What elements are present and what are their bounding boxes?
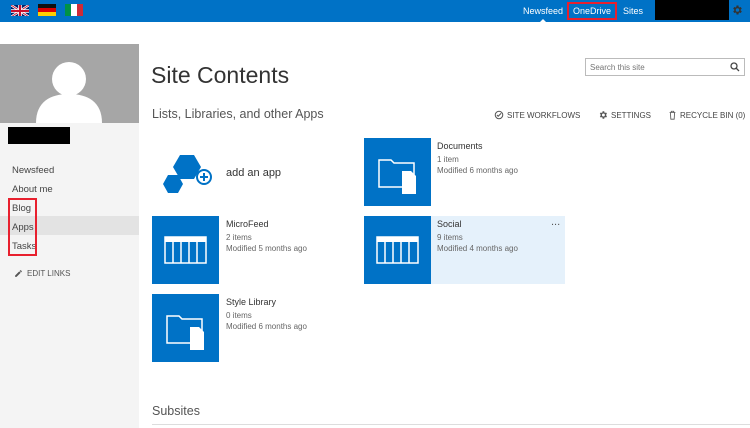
nav-sites-link[interactable]: Sites <box>623 0 643 22</box>
app-modified: Modified 6 months ago <box>437 166 518 175</box>
app-item-count: 9 items <box>437 233 463 242</box>
site-workflows-label: SITE WORKFLOWS <box>507 110 581 120</box>
document-library-icon <box>364 138 431 206</box>
document-library-icon <box>152 294 219 362</box>
divider <box>152 424 750 425</box>
subsites-title: Subsites <box>152 404 200 418</box>
app-menu-ellipsis[interactable]: ... <box>551 216 560 228</box>
list-icon <box>364 216 431 284</box>
recycle-bin-label: RECYCLE BIN (0) <box>680 110 746 120</box>
germany-flag-icon[interactable] <box>38 4 56 16</box>
recycle-bin-button[interactable]: RECYCLE BIN (0) <box>668 110 745 120</box>
search-input[interactable] <box>586 59 726 75</box>
app-item-count: 2 items <box>226 233 252 242</box>
profile-avatar[interactable] <box>0 44 139 123</box>
app-modified: Modified 4 months ago <box>437 244 518 253</box>
gear-icon[interactable] <box>731 3 743 15</box>
search-icon[interactable] <box>729 61 741 73</box>
uk-flag-icon[interactable] <box>11 4 29 16</box>
suite-bar: Newsfeed OneDrive Sites <box>0 0 750 22</box>
app-modified: Modified 5 months ago <box>226 244 307 253</box>
edit-links-button[interactable]: EDIT LINKS <box>14 269 70 278</box>
app-modified: Modified 6 months ago <box>226 322 307 331</box>
profile-name-redacted <box>8 127 70 144</box>
workflow-icon <box>494 110 504 120</box>
add-app-icon <box>163 155 212 193</box>
app-title[interactable]: Social <box>437 219 462 229</box>
italy-flag-icon[interactable] <box>65 4 83 16</box>
user-name-redacted[interactable] <box>655 0 729 20</box>
gear-icon <box>599 111 607 119</box>
nav-onedrive-link[interactable]: OneDrive <box>567 2 618 20</box>
site-workflows-button[interactable]: SITE WORKFLOWS <box>494 110 580 120</box>
page-title: Site Contents <box>151 62 290 88</box>
app-item-count: 1 item <box>437 155 459 164</box>
app-item-count: 0 items <box>226 311 252 320</box>
settings-button[interactable]: SETTINGS <box>598 110 651 120</box>
add-app-label[interactable]: add an app <box>226 167 281 179</box>
app-title[interactable]: Documents <box>437 141 483 151</box>
app-title[interactable]: Style Library <box>226 297 276 307</box>
edit-links-label: EDIT LINKS <box>27 269 71 278</box>
nav-newsfeed-link[interactable]: Newsfeed <box>523 0 563 22</box>
red-highlight-box <box>8 198 37 256</box>
search-box[interactable] <box>585 58 745 76</box>
list-icon <box>152 216 219 284</box>
pencil-icon <box>15 270 22 277</box>
sharepoint-site-contents-page: Newsfeed OneDrive Sites Newsfeed About m… <box>0 0 750 428</box>
section-title: Lists, Libraries, and other Apps <box>152 107 324 121</box>
quicklaunch-about-me[interactable]: About me <box>12 184 53 195</box>
trash-icon <box>669 110 676 120</box>
settings-label: SETTINGS <box>611 110 652 120</box>
app-title[interactable]: MicroFeed <box>226 219 269 229</box>
quicklaunch-newsfeed[interactable]: Newsfeed <box>12 165 54 176</box>
